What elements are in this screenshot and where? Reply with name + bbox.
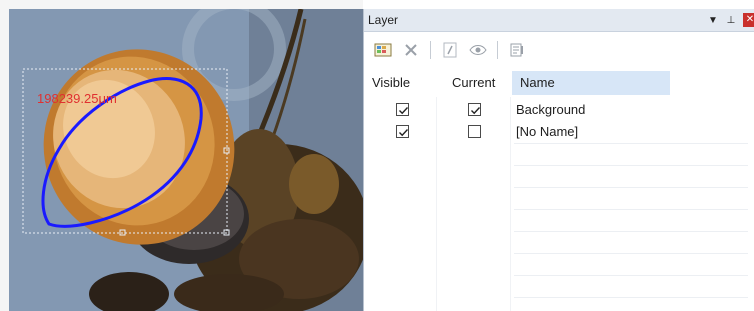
new-layer-icon[interactable] [372, 39, 394, 61]
panel-titlebar: Layer ▼ ⊥ ✕ [364, 9, 754, 32]
visible-checkbox[interactable] [396, 103, 409, 116]
column-header-name[interactable]: Name [512, 71, 670, 95]
delete-layer-icon[interactable] [400, 39, 422, 61]
current-checkbox[interactable] [468, 103, 481, 116]
measurement-label: 198239.25μm [37, 91, 117, 106]
current-checkbox[interactable] [468, 125, 481, 138]
table-row[interactable]: [No Name] [364, 121, 754, 143]
panel-title: Layer [368, 13, 399, 27]
edit-layer-icon[interactable] [439, 39, 461, 61]
layer-panel: Layer ▼ ⊥ ✕ Visible Current Name Backgro… [363, 9, 754, 311]
toolbar-separator [497, 41, 498, 59]
visible-checkbox[interactable] [396, 125, 409, 138]
column-header-visible[interactable]: Visible [372, 71, 410, 95]
layer-properties-icon[interactable] [506, 39, 528, 61]
close-icon[interactable]: ✕ [743, 13, 754, 27]
insect-eye-image[interactable]: 198239.25μm [9, 9, 363, 311]
visibility-icon[interactable] [467, 39, 489, 61]
table-row[interactable]: Background [364, 99, 754, 121]
image-canvas [9, 9, 363, 311]
layer-grid: Visible Current Name Background [No Name… [364, 71, 754, 311]
layer-name[interactable]: Background [516, 99, 585, 121]
image-viewer[interactable]: 198239.25μm [0, 0, 363, 311]
layer-name[interactable]: [No Name] [516, 121, 578, 143]
layer-toolbar [364, 32, 754, 68]
pin-icon[interactable]: ⊥ [725, 15, 737, 26]
toolbar-separator [430, 41, 431, 59]
column-header-current[interactable]: Current [452, 71, 495, 95]
panel-menu-icon[interactable]: ▼ [707, 15, 719, 26]
